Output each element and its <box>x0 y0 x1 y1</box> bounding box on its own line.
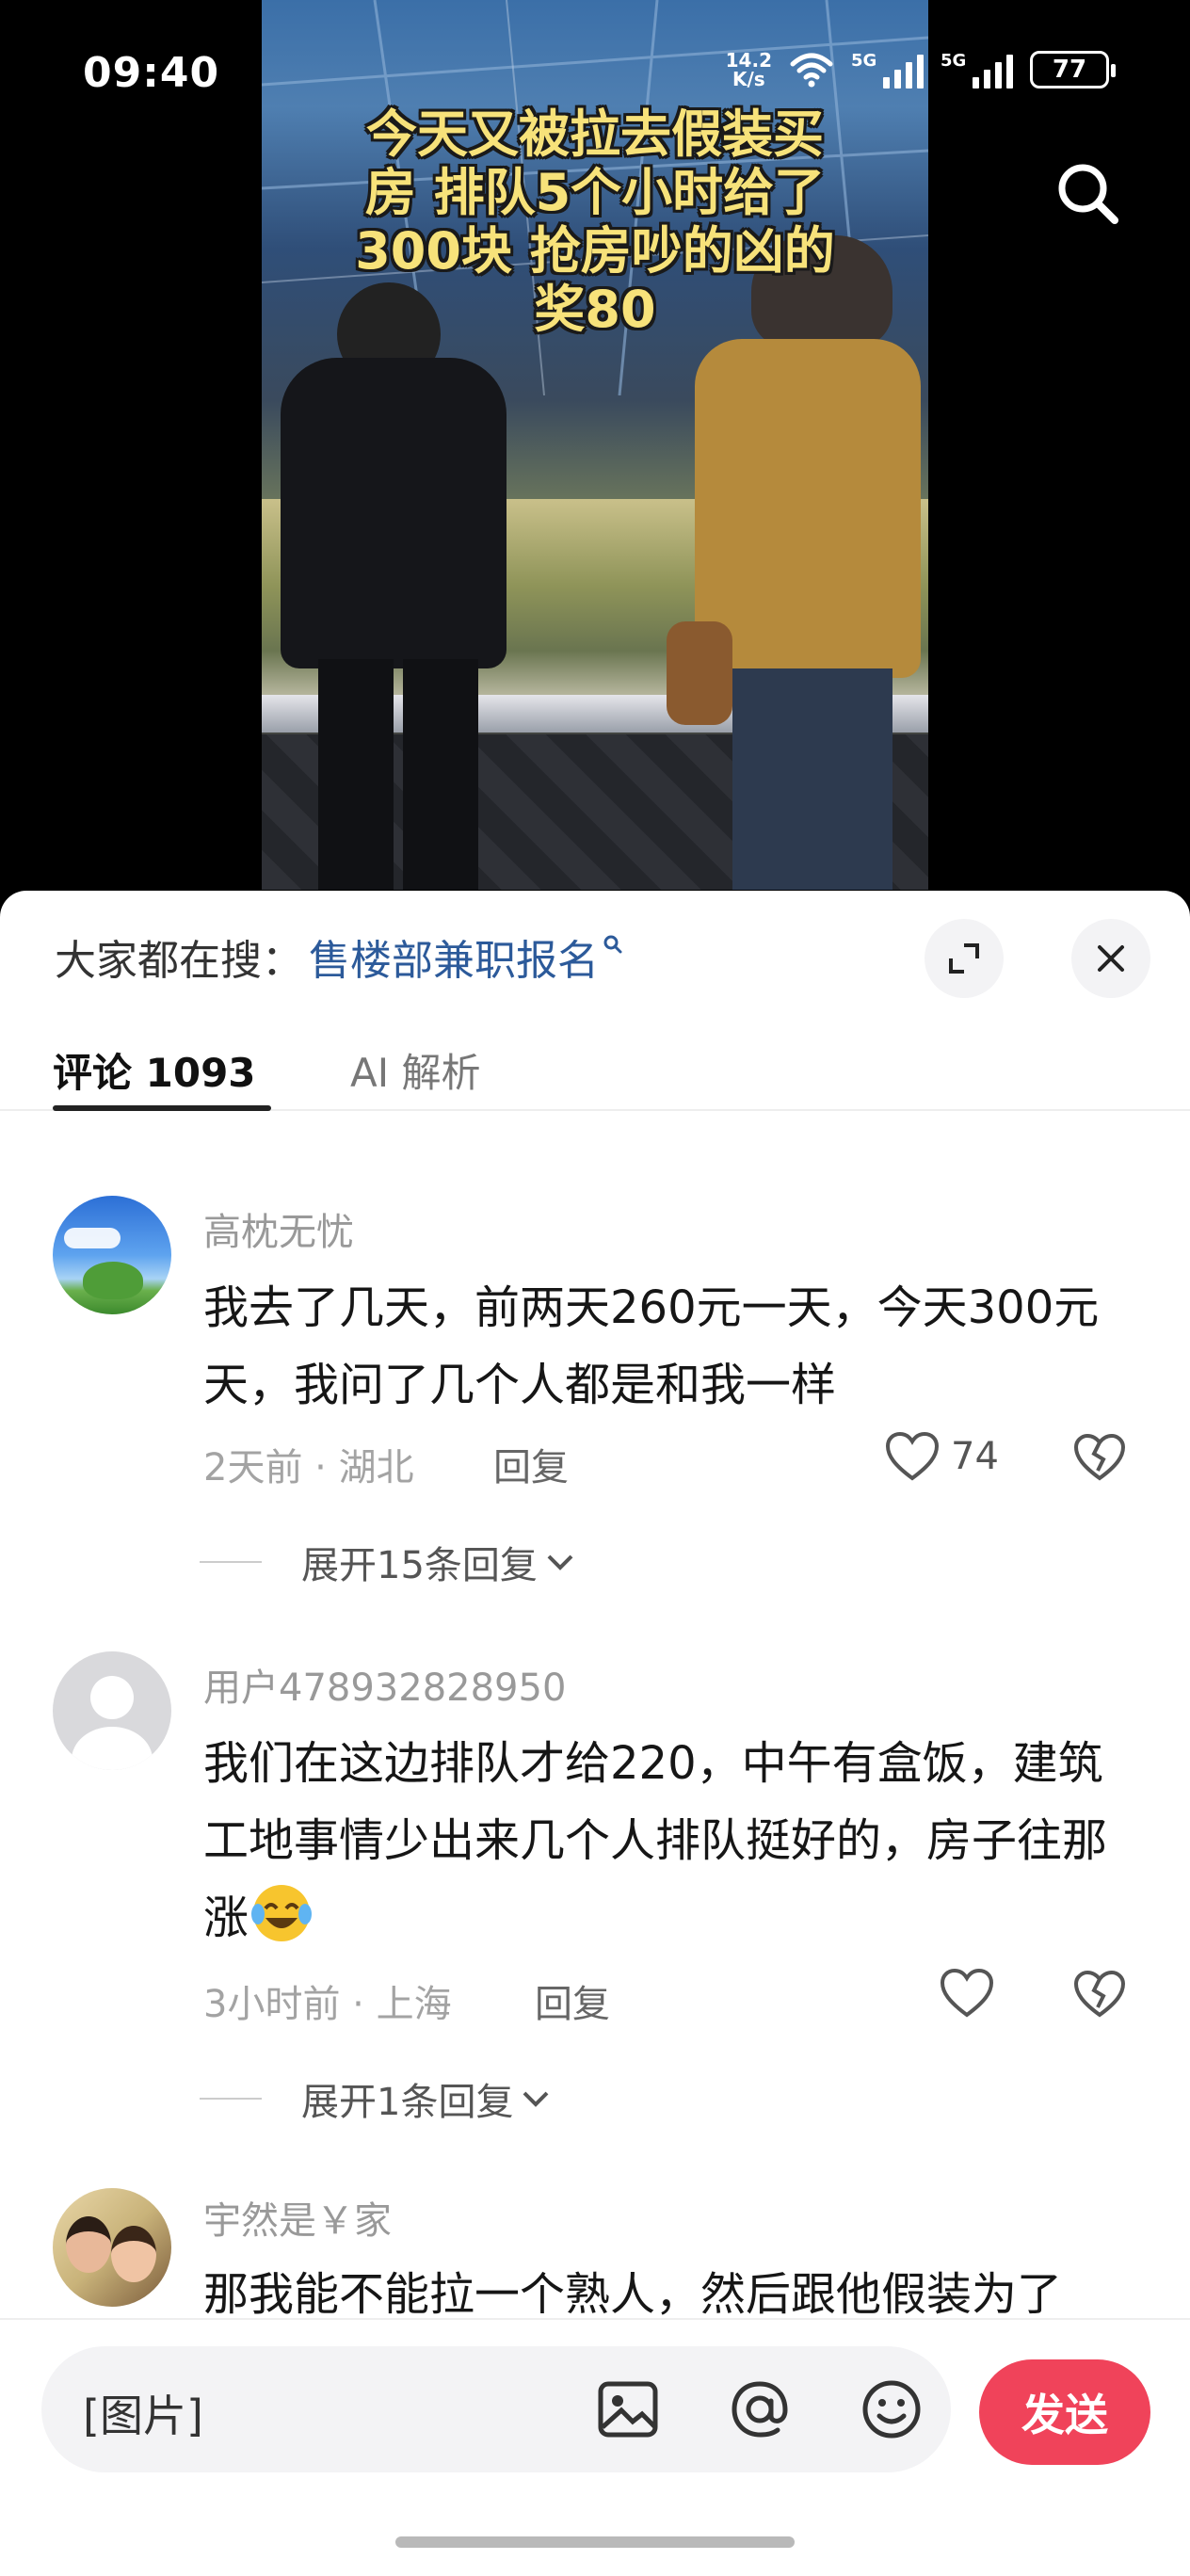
broken-heart-icon <box>1073 1433 1126 1481</box>
at-icon <box>732 2381 788 2438</box>
comment-input[interactable]: [图片] <box>41 2346 951 2472</box>
avatar[interactable] <box>53 1196 171 1314</box>
hot-search-bar[interactable]: 大家都在搜： 售楼部兼职报名 <box>55 926 623 987</box>
comment-username[interactable]: 高枕无忧 <box>203 1201 354 1256</box>
comment-tabs: 评论 1093 AI 解析 <box>0 1041 1190 1111</box>
home-indicator[interactable] <box>395 2536 795 2548</box>
like-button[interactable] <box>940 1968 1005 2019</box>
like-button[interactable]: 74 <box>885 1431 999 1482</box>
avatar[interactable] <box>53 1651 171 1770</box>
wifi-icon <box>790 53 833 88</box>
expand-button[interactable] <box>925 919 1004 998</box>
dislike-button[interactable] <box>1073 1970 1126 2022</box>
search-icon <box>603 934 623 960</box>
battery-icon: 77 <box>1030 51 1116 89</box>
dislike-button[interactable] <box>1073 1433 1126 1486</box>
status-time: 09:40 <box>83 49 220 97</box>
mention-button[interactable] <box>725 2375 795 2444</box>
reply-button[interactable]: 回复 <box>535 1973 610 2028</box>
search-button[interactable] <box>1051 156 1126 232</box>
image-button[interactable] <box>593 2375 663 2444</box>
comment-username[interactable]: 宇然是￥家 <box>203 2190 392 2245</box>
input-text: [图片] <box>83 2391 203 2441</box>
active-tab-indicator <box>53 1105 271 1111</box>
search-icon <box>1058 164 1118 224</box>
send-button[interactable]: 发送 <box>979 2359 1150 2465</box>
comment-meta: 3小时前 · 上海 <box>203 1983 452 2026</box>
network-speed: 14.2 K/s <box>725 49 772 90</box>
smiley-icon <box>862 2380 921 2439</box>
avatar[interactable] <box>53 2188 171 2307</box>
comment-meta: 2天前 · 湖北 <box>203 1446 414 1489</box>
heart-icon <box>885 1431 940 1481</box>
chevron-down-icon <box>523 2091 549 2107</box>
expand-icon <box>949 943 979 974</box>
expand-replies-button[interactable]: 展开1条回复 <box>200 2071 553 2126</box>
status-bar: 09:40 14.2 K/s 5G 5G 77 <box>0 0 1190 151</box>
signal-icon: 5G <box>851 51 924 89</box>
status-icons: 14.2 K/s 5G 5G 77 <box>725 49 1116 90</box>
emoji-button[interactable] <box>857 2375 926 2444</box>
hot-search-term[interactable]: 售楼部兼职报名 <box>309 926 599 987</box>
close-icon <box>1098 945 1124 972</box>
like-count: 74 <box>951 1435 999 1478</box>
hot-search-label: 大家都在搜： <box>55 937 303 985</box>
signal-icon: 5G <box>941 51 1013 89</box>
comment-username[interactable]: 用户478932828950 <box>203 1657 566 1712</box>
broken-heart-icon <box>1073 1970 1126 2018</box>
person-figure <box>271 282 535 890</box>
comment-text: 我们在这边排队才给220，中午有盒饭，建筑工地事情少出来几个人排队挺好的，房子往… <box>203 1737 1108 1944</box>
image-icon <box>598 2381 658 2438</box>
chevron-down-icon <box>547 1554 573 1570</box>
tab-ai-analysis[interactable]: AI 解析 <box>350 1041 480 1099</box>
close-button[interactable] <box>1071 919 1150 998</box>
reply-button[interactable]: 回复 <box>493 1437 569 1491</box>
expand-replies-button[interactable]: 展开15条回复 <box>200 1535 577 1589</box>
heart-icon <box>940 1968 994 2018</box>
comment-text: 我去了几天，前两天260元一天，今天300元天，我问了几个人都是和我一样 <box>203 1281 1100 1411</box>
laughing-crying-emoji-icon <box>251 1885 313 1941</box>
tab-comments[interactable]: 评论 1093 <box>53 1041 256 1099</box>
